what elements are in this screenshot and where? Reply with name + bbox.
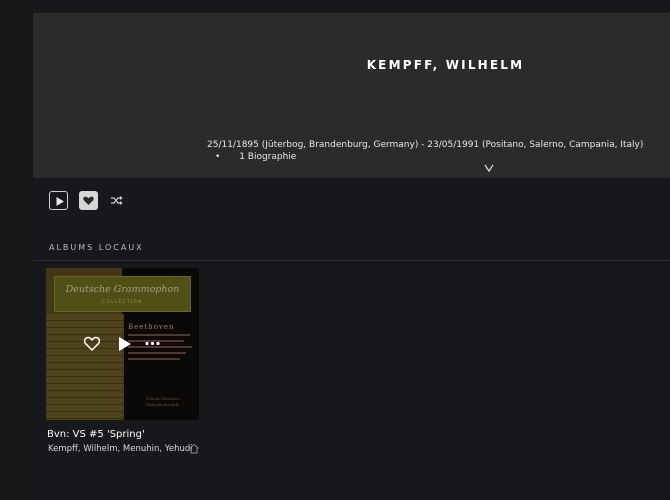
favorite-button[interactable] xyxy=(79,191,98,210)
artist-dates: 25/11/1895 (Jüterbog, Brandenburg, Germa… xyxy=(207,140,644,150)
section-title-local-albums: ALBUMS LOCAUX xyxy=(49,243,144,252)
artist-page: KEMPFF, WILHELM 25/11/1895 (Jüterbog, Br… xyxy=(0,0,670,500)
heart-icon xyxy=(83,196,94,205)
heart-outline-icon[interactable] xyxy=(83,335,101,352)
shuffle-icon xyxy=(111,196,123,205)
artist-header: KEMPFF, WILHELM 25/11/1895 (Jüterbog, Br… xyxy=(33,13,670,178)
album-title[interactable]: Bvn: VS #5 'Spring' xyxy=(47,429,145,440)
bullet: • xyxy=(215,152,221,162)
artist-name: KEMPFF, WILHELM xyxy=(366,58,525,72)
play-button[interactable] xyxy=(49,191,68,210)
left-rail xyxy=(0,0,33,500)
play-icon xyxy=(56,197,64,206)
chevron-down-icon[interactable] xyxy=(484,163,494,173)
section-divider xyxy=(33,260,670,261)
album-artists[interactable]: Kempff, Wilhelm, Menuhin, Yehudi xyxy=(48,444,193,454)
biography-label: 1 Biographie xyxy=(239,152,297,162)
play-icon[interactable] xyxy=(118,336,132,352)
biography-link[interactable]: • 1 Biographie xyxy=(215,152,296,162)
home-icon xyxy=(189,443,199,454)
album-card[interactable]: Deutsche Grammophon COLLECTION Beethoven… xyxy=(46,268,199,454)
more-icon[interactable] xyxy=(145,341,160,346)
album-cover[interactable]: Deutsche Grammophon COLLECTION Beethoven… xyxy=(46,268,199,420)
shuffle-button[interactable] xyxy=(107,191,126,210)
